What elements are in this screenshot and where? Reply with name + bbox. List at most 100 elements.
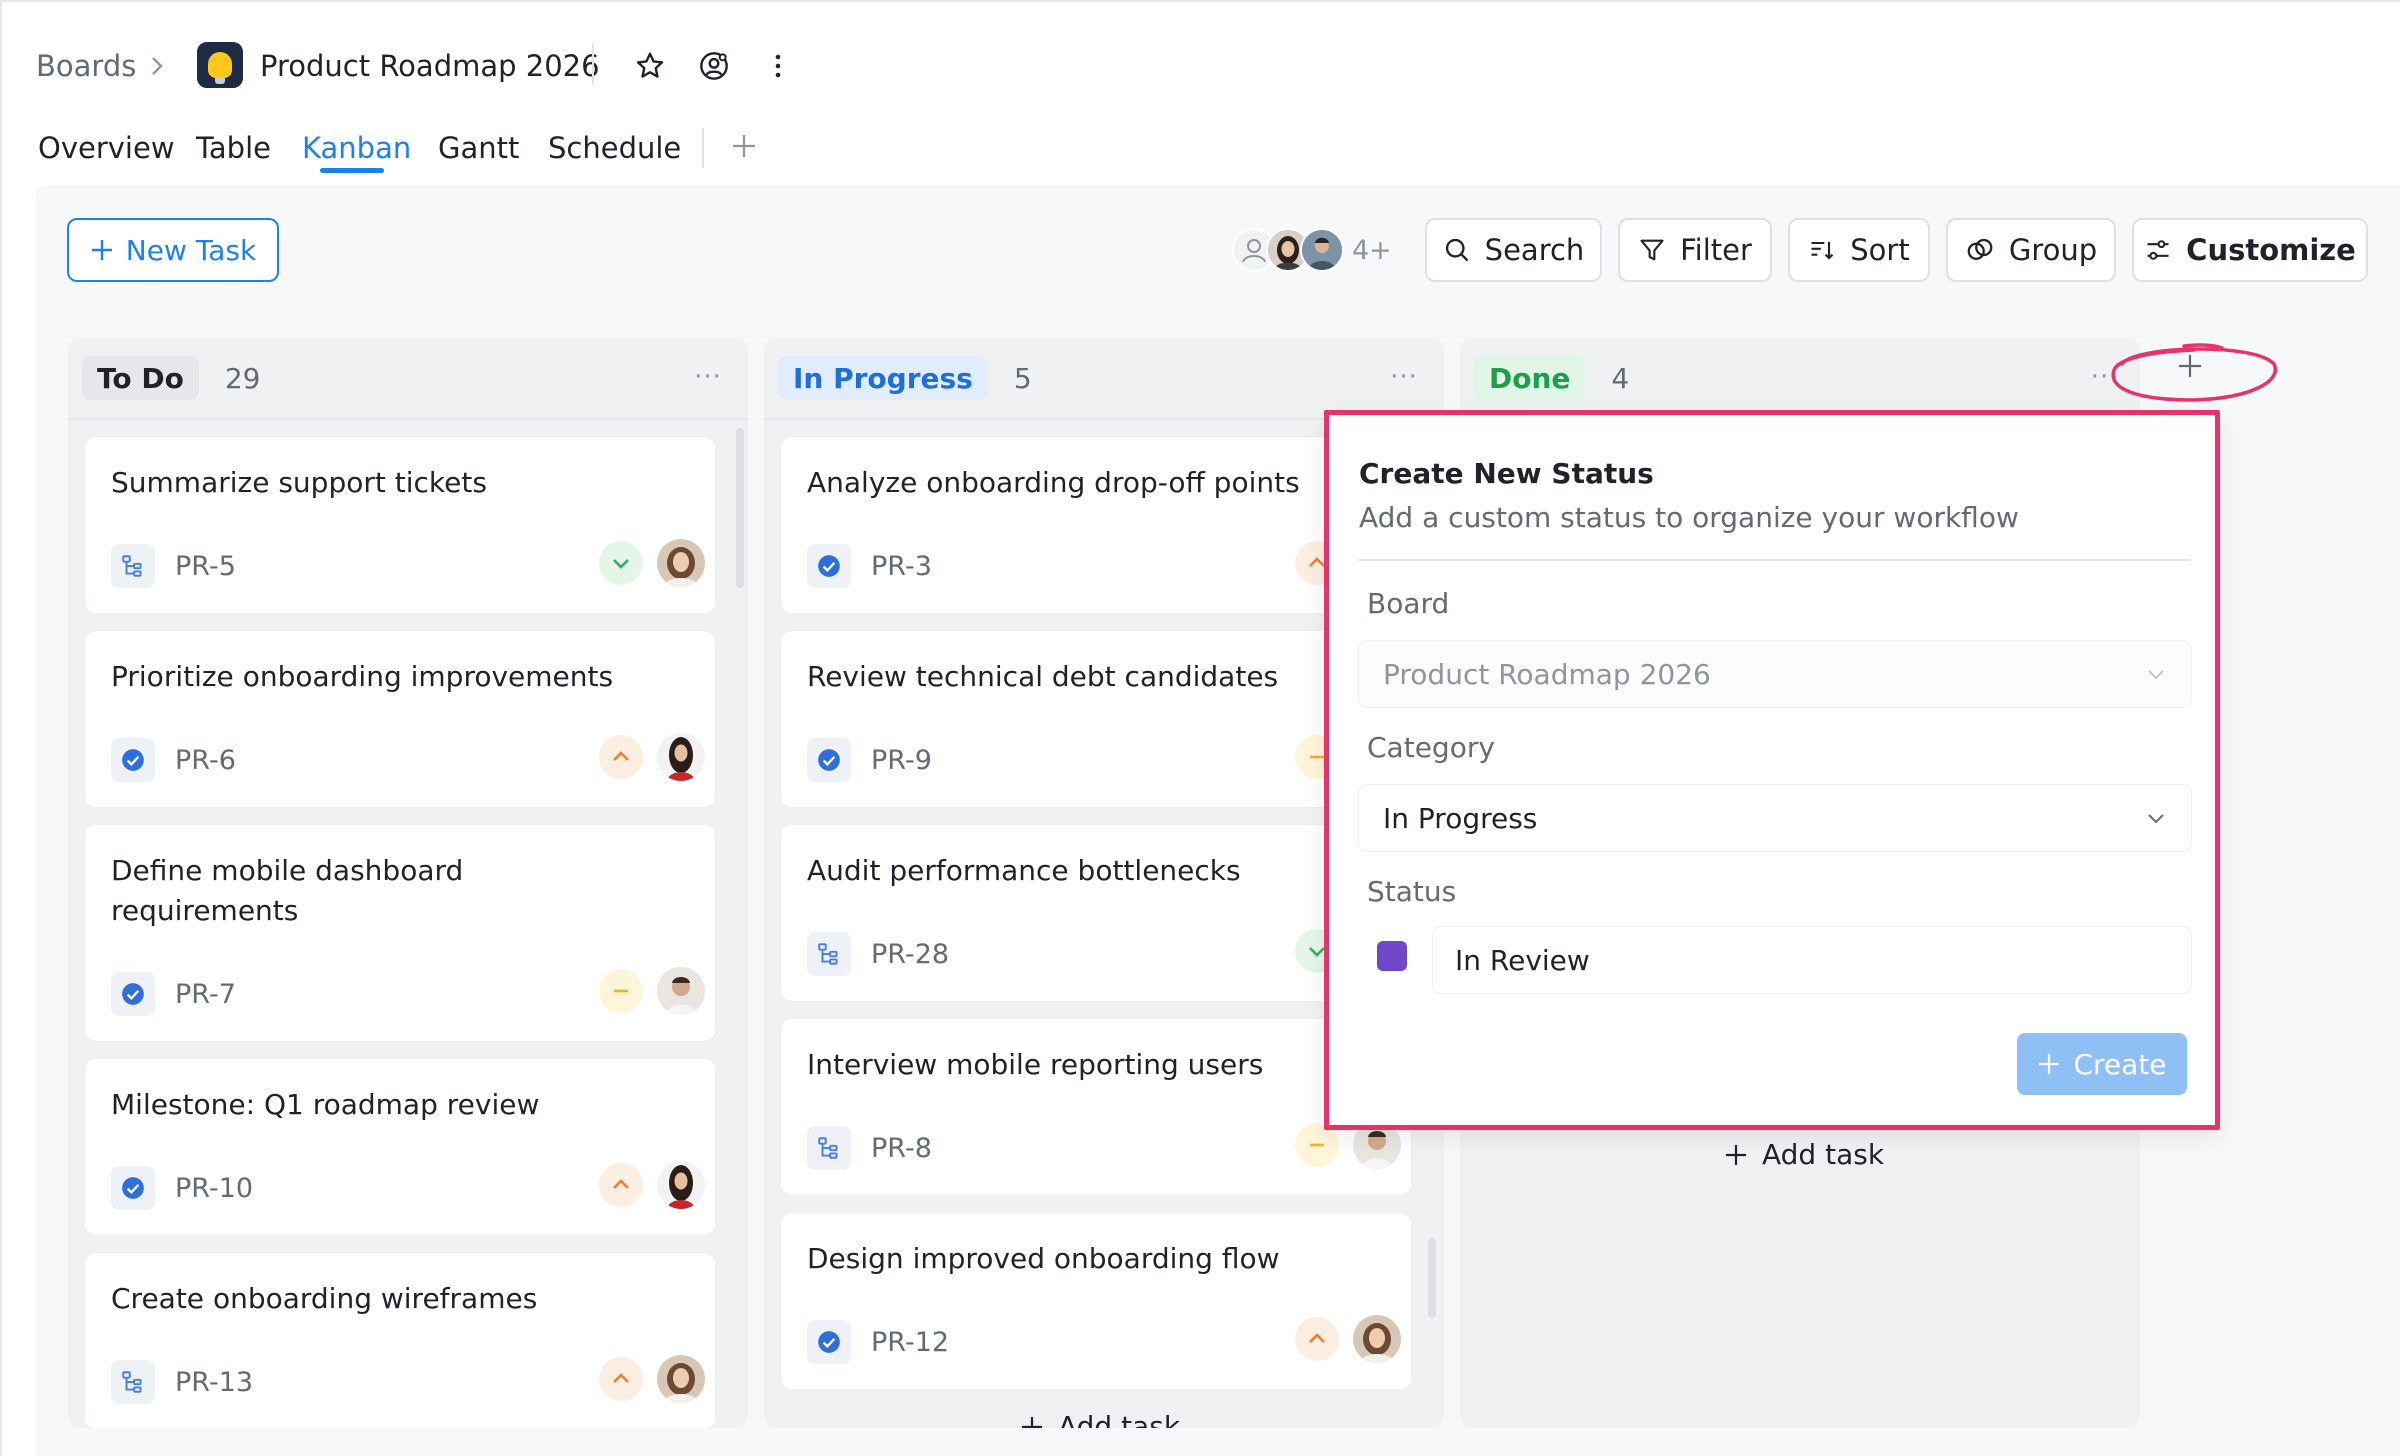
task-card[interactable]: Analyze onboarding drop-off points PR-3 (780, 436, 1412, 614)
tab-schedule[interactable]: Schedule (548, 128, 681, 168)
board-select-value: Product Roadmap 2026 (1383, 657, 1711, 691)
column-menu-icon[interactable]: ··· (688, 362, 728, 392)
column-header: In Progress 5 (778, 354, 1032, 402)
task-title: Design improved onboarding flow (807, 1242, 1280, 1275)
members-more-count: 4+ (1352, 234, 1392, 266)
column-header-divider (68, 418, 748, 420)
add-task-button[interactable]: Add task (1724, 1138, 1884, 1171)
board-title[interactable]: Product Roadmap 2026 (260, 46, 600, 86)
tab-kanban[interactable]: Kanban (302, 128, 411, 168)
task-meta: PR-7 (111, 969, 236, 1019)
task-card[interactable]: Review technical debt candidates PR-9 (780, 630, 1412, 808)
column-header: Done 4 (1474, 354, 1629, 402)
customize-label: Customize (2186, 233, 2356, 267)
subtask-icon (807, 932, 851, 976)
user-settings-icon[interactable] (694, 46, 734, 86)
status-name-input[interactable]: In Review (1433, 927, 2191, 993)
add-view-plus-icon[interactable] (724, 126, 764, 166)
tab-table[interactable]: Table (196, 128, 271, 168)
more-vertical-icon[interactable] (758, 46, 798, 86)
column-scrollbar[interactable] (1428, 1238, 1436, 1318)
category-select[interactable]: In Progress (1359, 785, 2191, 851)
column-todo: To Do 29 ··· Summarize support tickets P… (68, 338, 748, 1428)
column-menu-icon[interactable]: ··· (1384, 362, 1424, 392)
task-title: Create onboarding wireframes (111, 1282, 538, 1315)
task-id: PR-12 (871, 1326, 950, 1358)
task-card[interactable]: Design improved onboarding flow PR-12 (780, 1212, 1412, 1390)
column-count: 4 (1611, 361, 1630, 395)
popup-subtitle: Add a custom status to organize your wor… (1359, 501, 2019, 534)
column-scrollbar[interactable] (736, 428, 744, 588)
new-task-label: New Task (125, 233, 257, 267)
customize-button[interactable]: Customize (2132, 218, 2368, 282)
priority-high-chevron-up-icon[interactable] (599, 735, 643, 779)
priority-high-chevron-up-icon[interactable] (1295, 1317, 1339, 1361)
task-id: PR-28 (871, 938, 950, 970)
task-id: PR-9 (871, 744, 932, 776)
task-title: Audit performance bottlenecks (807, 854, 1241, 887)
assignee-avatar[interactable] (1353, 1315, 1401, 1363)
plus-icon (1022, 1416, 1042, 1428)
category-select-value: In Progress (1383, 801, 1538, 835)
task-check-icon (111, 1166, 155, 1210)
group-button[interactable]: Group (1946, 218, 2116, 282)
task-title: Summarize support tickets (111, 466, 487, 499)
add-task-label: Add task (1762, 1138, 1885, 1171)
window-top-border (0, 0, 2400, 2)
search-label: Search (1484, 233, 1585, 267)
tab-overview[interactable]: Overview (38, 128, 175, 168)
sort-button[interactable]: Sort (1788, 218, 1930, 282)
create-status-popup: Create New Status Add a custom status to… (1324, 410, 2220, 1130)
task-title: Analyze onboarding drop-off points (807, 466, 1300, 499)
task-meta: PR-13 (111, 1357, 253, 1407)
board-members[interactable]: 4+ (1232, 224, 1392, 276)
task-card[interactable]: Interview mobile reporting users PR-8 (780, 1018, 1412, 1196)
window-left-border (0, 0, 2, 1456)
task-check-icon (807, 1320, 851, 1364)
assignee-avatar[interactable] (657, 1161, 705, 1209)
plus-icon (2039, 1054, 2060, 1074)
status-color-swatch[interactable] (1377, 941, 1407, 971)
create-button[interactable]: Create (2017, 1033, 2187, 1095)
search-icon (1445, 238, 1468, 262)
priority-high-chevron-up-icon[interactable] (599, 1357, 643, 1401)
task-id: PR-10 (175, 1172, 254, 1204)
breadcrumb-boards[interactable]: Boards (36, 46, 136, 86)
assignee-avatar[interactable] (657, 539, 705, 587)
task-card[interactable]: Summarize support tickets PR-5 (84, 436, 716, 614)
star-icon[interactable] (630, 46, 670, 86)
task-card[interactable]: Prioritize onboarding improvements PR-6 (84, 630, 716, 808)
add-status-plus-icon[interactable] (2170, 346, 2210, 386)
task-meta: PR-9 (807, 735, 932, 785)
priority-medium-minus-icon[interactable] (599, 969, 643, 1013)
assignee-avatar[interactable] (657, 733, 705, 781)
task-id: PR-3 (871, 550, 932, 582)
priority-high-chevron-up-icon[interactable] (599, 1163, 643, 1207)
board-select[interactable]: Product Roadmap 2026 (1359, 641, 2191, 707)
task-card[interactable]: Milestone: Q1 roadmap review PR-10 (84, 1058, 716, 1236)
subtask-icon (111, 1360, 155, 1404)
task-meta: PR-3 (807, 541, 932, 591)
popup-title: Create New Status (1359, 457, 1654, 490)
task-card[interactable]: Create onboarding wireframes PR-13 (84, 1252, 716, 1428)
column-count: 29 (224, 361, 261, 395)
assignee-avatar[interactable] (657, 967, 705, 1015)
task-title: Review technical debt candidates (807, 660, 1279, 693)
task-card[interactable]: Audit performance bottlenecks PR-28 (780, 824, 1412, 1002)
status-badge: To Do (82, 356, 199, 400)
priority-low-chevron-down-icon[interactable] (599, 541, 643, 585)
filter-button[interactable]: Filter (1618, 218, 1772, 282)
task-card[interactable]: Define mobile dashboard requirements PR-… (84, 824, 716, 1042)
tab-gantt[interactable]: Gantt (438, 128, 519, 168)
search-button[interactable]: Search (1425, 218, 1602, 282)
task-meta: PR-28 (807, 929, 949, 979)
chevron-down-icon (2148, 670, 2164, 680)
task-meta: PR-6 (111, 735, 236, 785)
add-task-button[interactable]: Add task (1020, 1410, 1180, 1428)
new-task-button[interactable]: New Task (67, 218, 279, 282)
filter-label: Filter (1680, 233, 1752, 267)
status-badge: In Progress (778, 356, 988, 400)
tabs-divider (702, 128, 704, 168)
assignee-avatar[interactable] (657, 1355, 705, 1403)
chevron-right-icon (148, 46, 166, 86)
